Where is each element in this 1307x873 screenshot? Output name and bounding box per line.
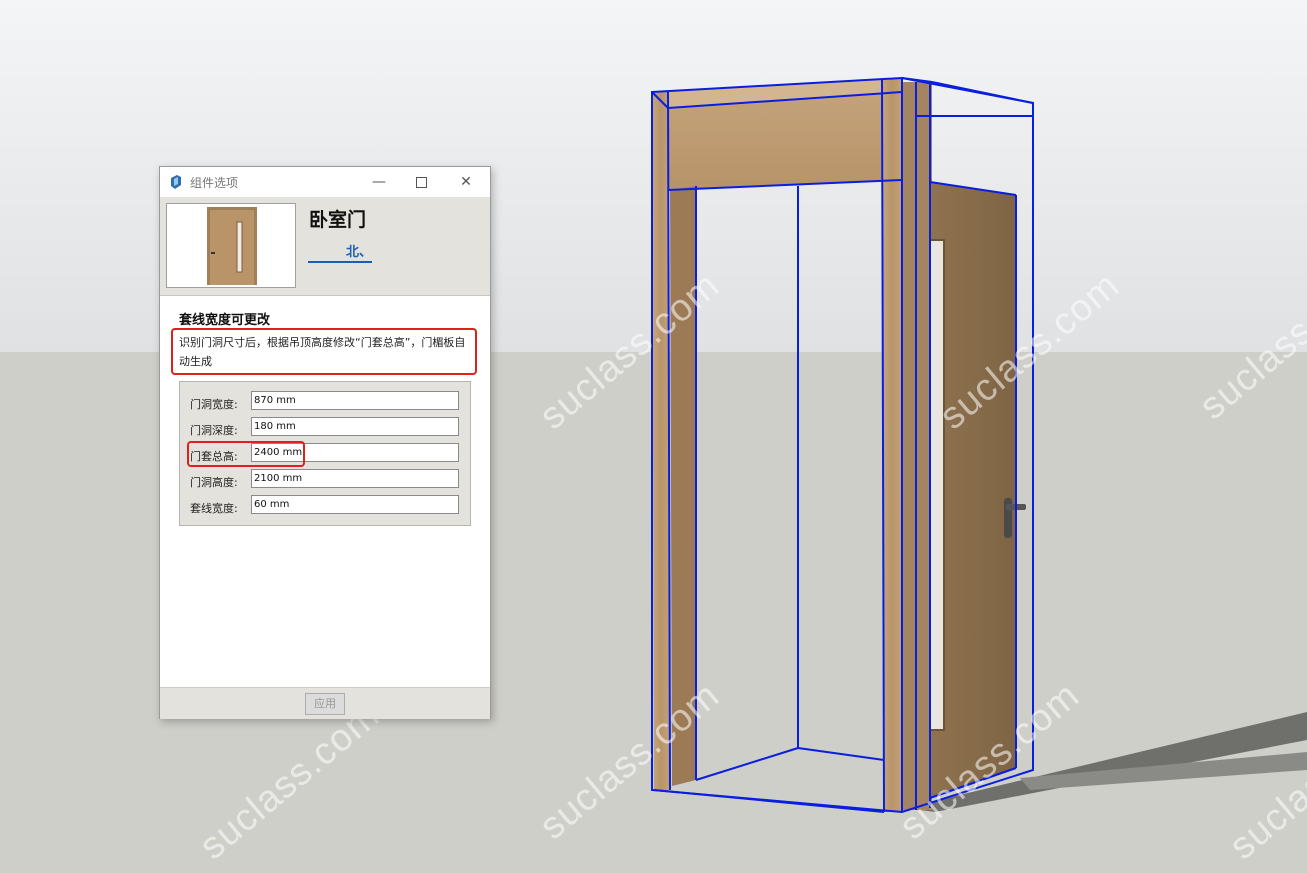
component-options-dialog: 组件选项 — ✕ 卧室门 北、 套线宽度可更改 识别门洞尺寸后，根据吊顶高度修改… [159,166,491,719]
dialog-titlebar[interactable]: 组件选项 — ✕ [160,167,490,197]
component-thumbnail [166,203,296,288]
field-label: 门洞深度: [190,424,238,437]
close-button[interactable]: ✕ [451,171,481,193]
door-opening-height-input[interactable] [251,469,459,488]
field-row-trim-width: 套线宽度: [180,495,470,517]
minimize-button[interactable]: — [364,171,394,193]
section-title: 套线宽度可更改 [179,313,271,328]
field-label: 套线宽度: [190,502,238,515]
dialog-footer: 应用 [160,687,490,719]
door-thumbnail-icon [207,207,257,285]
left-jamb [652,92,670,790]
field-row-width: 门洞宽度: [180,391,470,413]
field-row-height: 门洞高度: [180,469,470,491]
apply-button[interactable]: 应用 [305,693,345,715]
door-opening-depth-input[interactable] [251,417,459,436]
minimize-icon: — [372,174,386,190]
right-jamb [882,78,902,812]
component-link[interactable]: 北、 [308,245,373,263]
maximize-button[interactable] [406,171,436,193]
field-label: 门洞高度: [190,476,238,489]
dialog-title: 组件选项 [190,176,239,190]
total-height-highlight [187,441,305,467]
left-jamb-inner [670,186,696,786]
description-highlight [171,328,477,375]
trim-width-input[interactable] [251,495,459,514]
component-header: 卧室门 北、 [160,197,490,296]
sketchup-icon [171,175,181,189]
door-glass-strip [929,239,945,731]
field-label: 门洞宽度: [190,398,238,411]
field-row-depth: 门洞深度: [180,417,470,439]
component-name: 卧室门 [309,209,367,231]
close-icon: ✕ [460,174,472,190]
maximize-icon [415,176,427,188]
door-opening-width-input[interactable] [251,391,459,410]
